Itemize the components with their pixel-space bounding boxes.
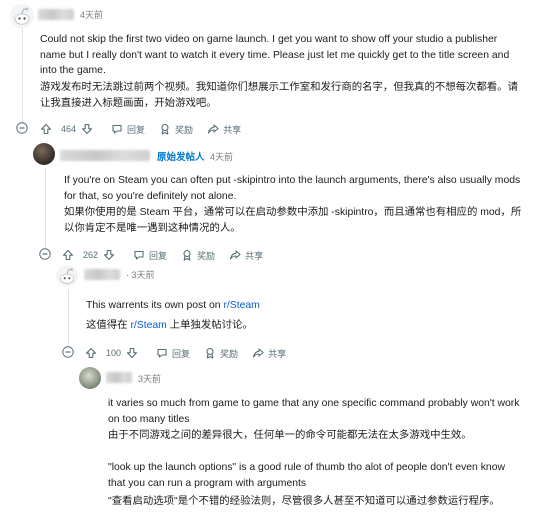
timestamp: 4天前 (80, 10, 104, 20)
vote-count: 100 (106, 348, 122, 358)
subreddit-link[interactable]: r/Steam (130, 320, 166, 331)
vote-count: 464 (61, 124, 77, 134)
vote-count: 262 (83, 250, 99, 260)
username-redacted[interactable] (84, 269, 120, 280)
thread-line (68, 290, 69, 352)
timestamp: · 3天前 (126, 270, 155, 280)
subreddit-link[interactable]: r/Steam (223, 300, 259, 311)
body-text: This warrents its own post on (86, 300, 224, 311)
downvote-icon[interactable] (81, 123, 93, 135)
vote-group: 100 (85, 347, 142, 359)
reply-icon (133, 249, 145, 261)
reply-icon (156, 347, 168, 359)
body-text: 上单独发帖讨论。 (166, 320, 253, 331)
share-label: 共享 (223, 124, 242, 135)
action-bar: 464 回复 奖励 共享 (40, 122, 255, 136)
award-icon (181, 249, 193, 261)
collapse-icon[interactable] (16, 122, 28, 134)
username-redacted[interactable] (106, 372, 132, 383)
timestamp: 3天前 (138, 374, 162, 384)
award-button[interactable]: 奖励 (159, 123, 193, 136)
comment-body-en: Could not skip the first two video on ga… (40, 34, 510, 76)
vote-group: 464 (40, 123, 97, 135)
avatar[interactable] (56, 265, 78, 287)
award-label: 奖励 (197, 250, 216, 261)
comment-body-en: it varies so much from game to game that… (108, 398, 520, 425)
reply-label: 回复 (149, 250, 168, 261)
award-label: 奖励 (220, 348, 239, 359)
op-tag: 原始发帖人 (157, 152, 205, 163)
comment-body-zh: "查看启动选项"是个不错的经验法则，尽管很多人甚至不知道可以通过参数运行程序。 (108, 496, 500, 507)
collapse-icon[interactable] (62, 346, 74, 358)
award-icon (204, 347, 216, 359)
share-label: 共享 (245, 250, 264, 261)
comment-body-zh: 如果你使用的是 Steam 平台，通常可以在启动参数中添加 -skipintro… (64, 207, 522, 234)
avatar[interactable] (10, 4, 34, 28)
share-icon (207, 123, 219, 135)
action-bar: 262 回复 奖励 共享 (62, 248, 277, 262)
share-label: 共享 (268, 348, 287, 359)
comment-body-zh: 由于不同游戏之间的差异很大，任何单一的命令可能都无法在太多游戏中生效。 (108, 430, 472, 441)
award-button[interactable]: 奖励 (181, 249, 215, 262)
downvote-icon[interactable] (103, 249, 115, 261)
timestamp-text: 3天前 (131, 270, 155, 280)
timestamp: 4天前 (210, 152, 234, 162)
reply-icon (111, 123, 123, 135)
award-button[interactable]: 奖励 (204, 347, 238, 360)
comment-body-zh: 这值得在 r/Steam 上单独发帖讨论。 (86, 318, 526, 334)
username-redacted[interactable] (60, 150, 150, 161)
thread-line (22, 26, 23, 134)
avatar[interactable] (33, 143, 55, 165)
vote-group: 262 (62, 249, 119, 261)
username-redacted[interactable] (38, 9, 74, 20)
body-text: 这值得在 (86, 320, 131, 331)
upvote-icon[interactable] (40, 123, 52, 135)
reply-label: 回复 (127, 124, 146, 135)
reply-label: 回复 (172, 348, 191, 359)
comment-body-en: This warrents its own post on r/Steam (86, 298, 526, 314)
downvote-icon[interactable] (126, 347, 138, 359)
share-button[interactable]: 共享 (229, 249, 263, 262)
upvote-icon[interactable] (85, 347, 97, 359)
share-button[interactable]: 共享 (207, 123, 241, 136)
award-label: 奖励 (175, 124, 194, 135)
collapse-icon[interactable] (39, 248, 51, 260)
reply-button[interactable]: 回复 (133, 249, 167, 262)
thread-line (45, 168, 46, 250)
award-icon (159, 123, 171, 135)
share-button[interactable]: 共享 (252, 347, 286, 360)
share-icon (252, 347, 264, 359)
avatar[interactable] (79, 367, 101, 389)
comment-body-en: If you're on Steam you can often put -sk… (64, 175, 521, 202)
share-icon (229, 249, 241, 261)
upvote-icon[interactable] (62, 249, 74, 261)
action-bar: 100 回复 奖励 共享 (85, 346, 300, 360)
comment-body-zh: 游戏发布时无法跳过前两个视频。我知道你们想展示工作室和发行商的名字，但我真的不想… (40, 82, 518, 109)
reply-button[interactable]: 回复 (156, 347, 190, 360)
reply-button[interactable]: 回复 (111, 123, 145, 136)
comment-body-en: "look up the launch options" is a good r… (108, 462, 505, 489)
